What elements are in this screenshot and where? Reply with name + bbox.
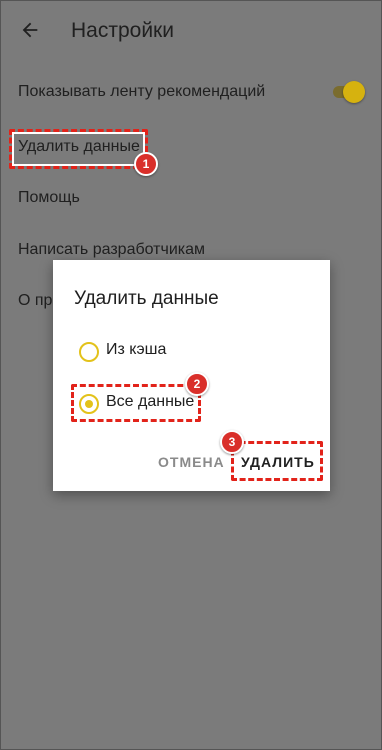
highlight-delete-data (9, 129, 148, 169)
settings-item-contact-developers[interactable]: Написать разработчикам (18, 241, 205, 259)
option-label: Из кэша (106, 341, 167, 358)
highlight-all-data (71, 384, 201, 422)
dialog-title: Удалить данные (74, 288, 219, 309)
recommendations-toggle[interactable] (331, 81, 365, 103)
step-badge-2: 2 (185, 372, 209, 396)
arrow-back-icon[interactable] (19, 19, 41, 41)
settings-item-show-feed[interactable]: Показывать ленту рекомендаций (18, 83, 265, 101)
cancel-button[interactable]: ОТМЕНА (158, 454, 225, 470)
highlight-delete-button (231, 441, 323, 481)
app-bar: Настройки (1, 1, 381, 63)
delete-data-dialog: Удалить данные Из кэша Все данные 2 ОТМЕ… (53, 260, 330, 491)
step-badge-1: 1 (134, 152, 158, 176)
settings-item-help[interactable]: Помощь (18, 189, 80, 207)
step-badge-3: 3 (220, 430, 244, 454)
page-title: Настройки (71, 19, 174, 42)
screen: Настройки Показывать ленту рекомендаций … (0, 0, 382, 750)
toggle-thumb (343, 81, 365, 103)
radio-unchecked-icon (79, 342, 99, 362)
